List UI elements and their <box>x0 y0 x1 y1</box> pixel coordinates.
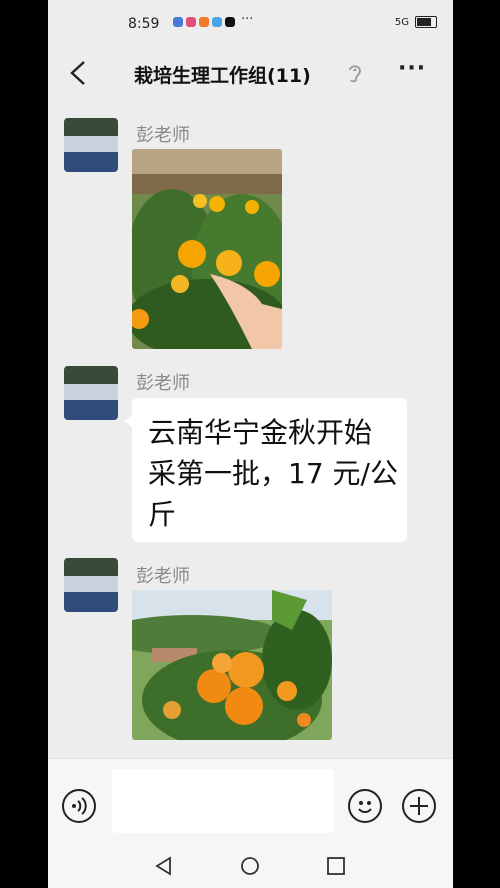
nav-recents-icon[interactable] <box>326 856 346 876</box>
message-input[interactable] <box>112 769 334 833</box>
message-text: 云南华宁金秋开始采第一批，17 元/公斤 <box>148 416 398 531</box>
status-bar: 8:59 ··· 5G <box>48 0 453 48</box>
smiley-icon <box>358 801 372 813</box>
chat-screen: 8:59 ··· 5G 栽培生理工作组(11) ··· 彭老师 彭老师 云南华宁… <box>48 0 453 888</box>
chat-header: 栽培生理工作组(11) ··· <box>48 48 453 100</box>
avatar[interactable] <box>64 366 118 420</box>
status-right: 5G <box>395 16 437 28</box>
sender-name: 彭老师 <box>136 125 190 146</box>
sender-name: 彭老师 <box>136 566 190 587</box>
app-notification-icon <box>212 17 222 27</box>
more-functions-button[interactable] <box>402 789 436 823</box>
battery-icon <box>415 16 437 28</box>
voice-icon <box>72 797 87 815</box>
nav-back-icon[interactable] <box>154 856 174 876</box>
tiktok-icon <box>225 17 235 27</box>
notification-icons <box>173 17 235 27</box>
app-notification-icon <box>173 17 183 27</box>
emoji-button[interactable] <box>348 789 382 823</box>
message-image[interactable] <box>132 590 332 740</box>
more-options-button[interactable]: ··· <box>398 56 426 81</box>
voice-input-button[interactable] <box>62 789 96 823</box>
plus-icon <box>410 797 428 815</box>
sender-name: 彭老师 <box>136 373 190 394</box>
nav-home-icon[interactable] <box>240 856 260 876</box>
status-more: ··· <box>241 12 254 27</box>
earpiece-mode-icon <box>349 65 361 83</box>
back-arrow-icon[interactable] <box>64 58 92 88</box>
app-notification-icon <box>199 17 209 27</box>
status-time: 8:59 <box>128 16 160 32</box>
app-notification-icon <box>186 17 196 27</box>
avatar[interactable] <box>64 118 118 172</box>
system-nav-bar <box>48 846 453 888</box>
chat-title: 栽培生理工作组(11) <box>134 65 311 87</box>
signal-icon: 5G <box>394 16 409 28</box>
message-bubble[interactable]: 云南华宁金秋开始采第一批，17 元/公斤 <box>125 398 407 542</box>
message-image[interactable] <box>132 149 282 349</box>
input-bar <box>48 758 453 847</box>
avatar[interactable] <box>64 558 118 612</box>
